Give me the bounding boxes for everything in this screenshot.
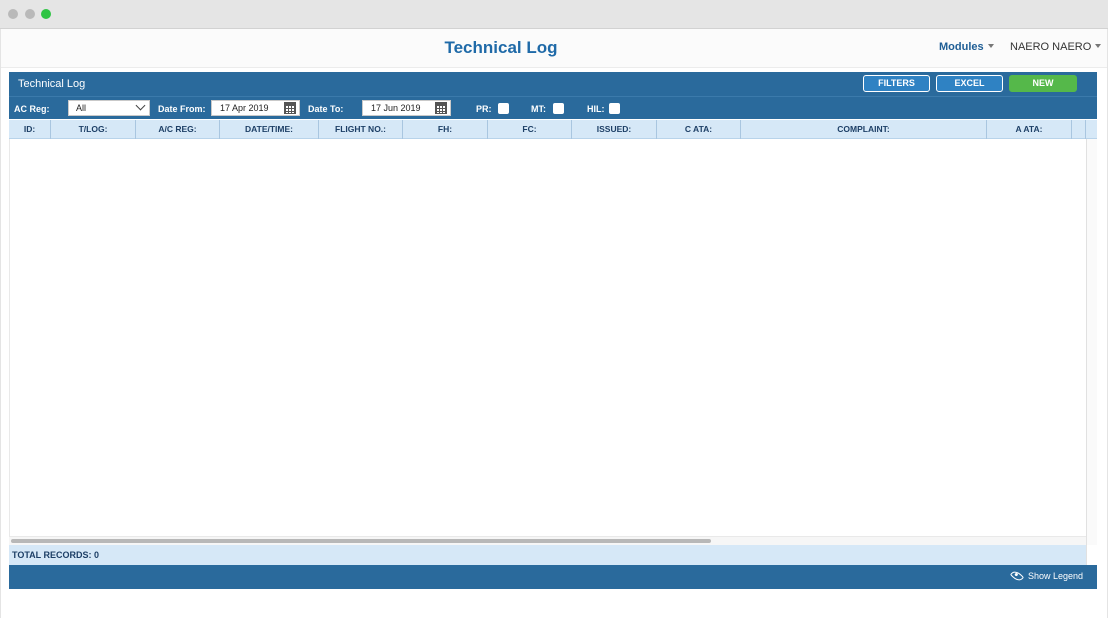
mt-label: MT: [531,104,546,114]
horizontal-scrollbar-thumb[interactable] [11,539,711,543]
caret-down-icon [1095,44,1102,48]
date-from-input[interactable]: 17 Apr 2019 [211,100,300,116]
total-records-bar: TOTAL RECORDS: 0 [9,545,1086,565]
show-legend-button[interactable]: Show Legend [1009,568,1083,584]
modules-menu-label: Modules [939,41,984,53]
close-window-button[interactable] [8,9,18,19]
hil-label: HIL: [587,104,605,114]
app-window: Technical Log Modules NAERO NAERO Techni… [1,29,1107,618]
date-from-value: 17 Apr 2019 [220,103,269,113]
column-header-fc[interactable]: FC: [488,120,572,139]
maximize-window-button[interactable] [41,9,51,19]
column-header-complaint[interactable]: COMPLAINT: [741,120,987,139]
panel-header: Technical Log FILTERS EXCEL NEW [9,72,1097,96]
new-button[interactable]: NEW [1009,75,1077,92]
pr-checkbox[interactable] [498,103,509,114]
table-body [9,139,1086,536]
user-menu[interactable]: NAERO NAERO [1010,41,1102,53]
chevron-down-icon [135,100,146,111]
horizontal-scrollbar[interactable] [9,536,1086,545]
excel-button[interactable]: EXCEL [936,75,1003,92]
page-title: Technical Log [444,38,558,57]
column-header-tlog[interactable]: T/LOG: [51,120,136,139]
filter-bar: AC Reg: All Date From: 17 Apr 2019 Date … [9,96,1097,119]
pr-label: PR: [476,104,492,114]
caret-down-icon [987,44,994,48]
date-to-value: 17 Jun 2019 [371,103,421,113]
user-menu-label: NAERO NAERO [1010,41,1092,53]
app-header: Technical Log Modules NAERO NAERO [1,29,1107,68]
calendar-icon[interactable] [435,102,447,114]
date-from-label: Date From: [158,104,206,114]
vertical-scrollbar[interactable] [1086,139,1097,565]
table-header: ID: T/LOG: A/C REG: DATE/TIME: FLIGHT NO… [9,120,1097,139]
column-header-flight-no[interactable]: FLIGHT NO.: [319,120,403,139]
ac-reg-value: All [76,103,87,113]
total-records: TOTAL RECORDS: 0 [12,550,100,560]
show-legend-label: Show Legend [1027,571,1083,581]
window-titlebar [0,0,1108,29]
column-header-extra [1072,120,1086,139]
filters-button[interactable]: FILTERS [863,75,930,92]
column-header-issued[interactable]: ISSUED: [572,120,657,139]
ac-reg-label: AC Reg: [14,104,50,114]
panel-title: Technical Log [18,78,86,90]
column-header-date-time[interactable]: DATE/TIME: [220,120,319,139]
total-records-bar-spacer [1086,545,1097,565]
column-header-c-ata[interactable]: C ATA: [657,120,741,139]
column-header-id[interactable]: ID: [9,120,51,139]
date-to-input[interactable]: 17 Jun 2019 [362,100,451,116]
modules-menu[interactable]: Modules [939,41,994,53]
panel-footer: Show Legend [9,565,1097,589]
date-to-label: Date To: [308,104,344,114]
calendar-icon[interactable] [284,102,296,114]
eye-icon [1009,568,1025,584]
column-header-ac-reg[interactable]: A/C REG: [136,120,220,139]
ac-reg-select[interactable]: All [68,100,150,116]
minimize-window-button[interactable] [25,9,35,19]
column-header-fh[interactable]: FH: [403,120,488,139]
mt-checkbox[interactable] [553,103,564,114]
column-header-a-ata[interactable]: A ATA: [987,120,1072,139]
hil-checkbox[interactable] [609,103,620,114]
